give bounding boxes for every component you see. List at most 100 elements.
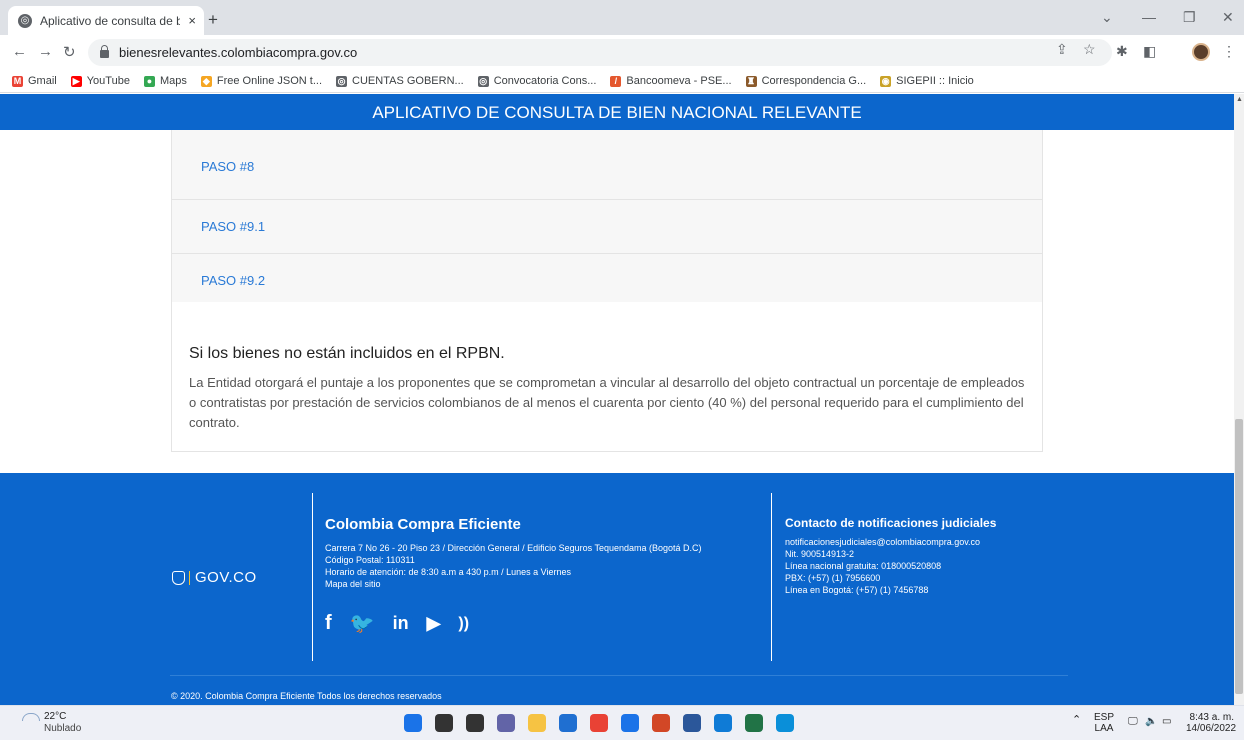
screen: ◎ Aplicativo de consulta de bien n × + ⌄… [0, 0, 1244, 740]
linkedin-icon[interactable]: in [393, 613, 409, 634]
close-window-icon[interactable]: ✕ [1222, 9, 1234, 26]
social-links: f 🐦 in ▶)) [325, 611, 487, 636]
step-item-9-2[interactable]: PASO #9.2 [171, 254, 1043, 308]
cloud-icon[interactable] [22, 713, 40, 721]
scrollbar-thumb[interactable] [1235, 419, 1243, 694]
bookmark-item[interactable]: M Gmail [12, 75, 57, 87]
network-icon[interactable]: 🖵 [1128, 716, 1138, 727]
clock[interactable]: 8:43 a. m. 14/06/2022 [1186, 712, 1237, 734]
battery-icon[interactable]: ▭ [1162, 716, 1171, 727]
gov-co-logo[interactable]: GOV.CO [172, 569, 257, 586]
footer-separator [170, 675, 1068, 676]
search-icon[interactable] [435, 714, 453, 732]
section-body: La Entidad otorgará el puntaje a los pro… [189, 375, 1025, 430]
volume-icon[interactable]: 🔈 [1145, 716, 1157, 727]
bookmark-item[interactable]: ◉ SIGEPII :: Inicio [880, 75, 974, 87]
extensions-icon[interactable]: ✱ [1116, 43, 1128, 60]
menu-kebab-icon[interactable]: ⋮ [1222, 43, 1236, 60]
sitemap-link[interactable]: Mapa del sitio [325, 578, 702, 590]
contact-toll-free: Línea nacional gratuita: 018000520808 [785, 561, 942, 571]
contact-email[interactable]: notificacionesjudiciales@colombiacompra.… [785, 536, 996, 548]
correspondencia-icon: ♜ [745, 75, 757, 87]
snipping-tool-icon[interactable] [776, 714, 794, 732]
contact-pbx: PBX: (+57) (1) 7956600 [785, 573, 881, 583]
page-scrollbar[interactable]: ▲ [1234, 94, 1244, 705]
side-panel-icon[interactable]: ◧ [1143, 43, 1156, 60]
bookmark-star-icon[interactable]: ☆ [1083, 41, 1096, 58]
url-text[interactable]: bienesrelevantes.colombiacompra.gov.co [119, 45, 357, 60]
bookmark-item[interactable]: ◎ CUENTAS GOBERN... [336, 75, 464, 87]
colombia-shield-icon [172, 570, 185, 585]
chrome-icon[interactable] [590, 714, 608, 732]
steps-accordion: PASO #8 PASO #9.1 PASO #9.2 [171, 130, 1043, 308]
twitter-icon[interactable]: 🐦 [350, 611, 375, 636]
bookmark-label: Free Online JSON t... [216, 75, 323, 87]
new-tab-button[interactable]: + [208, 10, 218, 30]
footer-divider [312, 493, 313, 661]
clock-time: 8:43 a. m. [1189, 712, 1234, 723]
chevron-down-icon[interactable]: ⌄ [1101, 9, 1113, 26]
app-store-icon[interactable] [559, 714, 577, 732]
forward-icon[interactable]: → [38, 43, 53, 60]
bookmark-item[interactable]: / Bancoomeva - PSE... [610, 75, 732, 87]
contact-nit: Nit. 900514913-2 [785, 549, 855, 559]
tab-close-icon[interactable]: × [188, 13, 196, 28]
file-explorer-icon[interactable] [528, 714, 546, 732]
weather-temperature[interactable]: 22°C [44, 711, 66, 722]
reload-icon[interactable]: ↻ [63, 43, 76, 61]
bookmark-label: Gmail [28, 75, 57, 87]
restore-icon[interactable]: ❐ [1183, 9, 1196, 26]
share-icon[interactable]: ⇪ [1056, 41, 1068, 58]
rss-icon[interactable]: )) [458, 615, 469, 633]
scroll-up-icon[interactable]: ▲ [1236, 96, 1243, 103]
teams-chat-icon[interactable] [497, 714, 515, 732]
task-view-icon[interactable] [466, 714, 484, 732]
bookmark-label: Maps [159, 75, 187, 87]
minimize-icon[interactable]: — [1142, 9, 1156, 25]
bancoomeva-icon: / [610, 75, 622, 87]
gmail-icon: M [12, 75, 23, 87]
back-icon[interactable]: ← [12, 43, 27, 60]
rpbn-info-card: Si los bienes no están incluidos en el R… [171, 302, 1043, 452]
lock-icon[interactable] [100, 45, 109, 58]
sigepii-icon: ◉ [880, 75, 892, 87]
bookmark-label: Bancoomeva - PSE... [626, 75, 732, 87]
word-icon[interactable] [683, 714, 701, 732]
bookmark-item[interactable]: ♜ Correspondencia G... [745, 75, 867, 87]
browser-tab[interactable]: ◎ Aplicativo de consulta de bien n × [8, 6, 204, 35]
powerpoint-icon[interactable] [652, 714, 670, 732]
bookmarks-bar: M Gmail ▶ YouTube ● Maps ◆ Free Online JSON t..… [0, 70, 1244, 93]
logo-divider [189, 570, 190, 585]
org-address: Carrera 7 No 26 - 20 Piso 23 / Dirección… [325, 543, 702, 553]
contact-info: Contacto de notificaciones judiciales no… [785, 516, 996, 596]
clock-date: 14/06/2022 [1186, 723, 1237, 734]
chevron-up-icon[interactable]: ⌃ [1072, 715, 1081, 726]
org-info: Colombia Compra Eficiente Carrera 7 No 2… [325, 516, 702, 590]
globe-icon: ◎ [336, 75, 348, 87]
address-bar[interactable]: bienesrelevantes.colombiacompra.gov.co [88, 39, 1112, 66]
step-item-9-1[interactable]: PASO #9.1 [171, 200, 1043, 254]
bookmark-item[interactable]: ◆ Free Online JSON t... [200, 75, 323, 87]
language-indicator[interactable]: ESP LAA [1094, 712, 1114, 734]
weather-condition[interactable]: Nublado [44, 723, 81, 734]
calendar-app-icon[interactable] [621, 714, 639, 732]
excel-icon[interactable] [745, 714, 763, 732]
step-item-8[interactable]: PASO #8 [171, 130, 1043, 200]
language-code: ESP [1094, 712, 1115, 723]
bookmark-label: Correspondencia G... [761, 75, 867, 87]
bookmark-item[interactable]: ◎ Convocatoria Cons... [477, 75, 596, 87]
globe-icon: ◎ [477, 75, 489, 87]
json-site-icon: ◆ [200, 75, 212, 87]
edge-icon[interactable] [714, 714, 732, 732]
facebook-icon[interactable]: f [325, 612, 332, 635]
profile-avatar[interactable] [1192, 43, 1210, 61]
maps-icon: ● [143, 75, 155, 87]
copyright-text: © 2020. Colombia Compra Eficiente Todos … [171, 691, 442, 701]
app-header-title: APLICATIVO DE CONSULTA DE BIEN NACIONAL … [0, 94, 1234, 130]
youtube-icon[interactable]: ▶ [427, 613, 441, 634]
tab-title: Aplicativo de consulta de bien n [40, 13, 180, 28]
bookmark-item[interactable]: ▶ YouTube [70, 75, 130, 87]
org-name: Colombia Compra Eficiente [325, 516, 521, 533]
windows-start-icon[interactable] [404, 714, 422, 732]
bookmark-item[interactable]: ● Maps [143, 75, 187, 87]
